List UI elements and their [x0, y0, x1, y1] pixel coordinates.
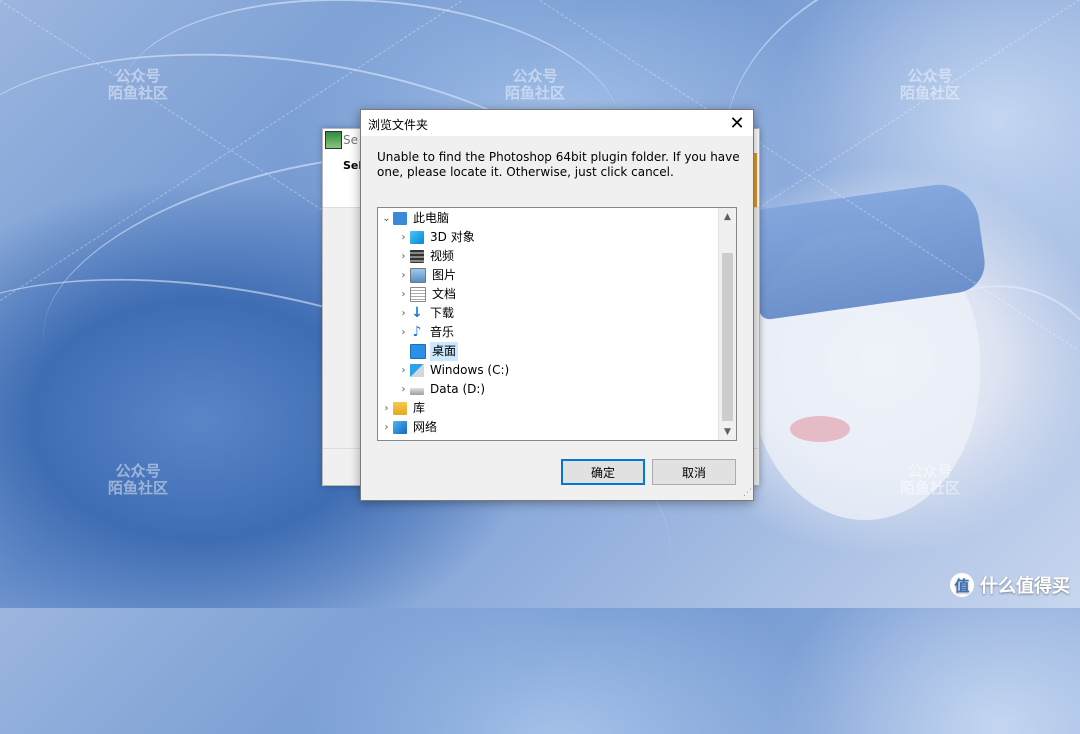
- drive-icon: [410, 388, 424, 395]
- watermark: 公众号陌鱼社区: [108, 462, 169, 497]
- dialog-title: 浏览文件夹: [368, 118, 429, 132]
- cancel-button[interactable]: 取消: [652, 459, 736, 485]
- chevron-right-icon[interactable]: ›: [397, 380, 410, 399]
- chevron-right-icon[interactable]: ›: [397, 266, 410, 285]
- library-icon: [393, 402, 407, 415]
- brand-name: 什么值得买: [980, 576, 1070, 597]
- tree-item-music[interactable]: › ♪ 音乐: [397, 323, 456, 342]
- dialog-message: Unable to find the Photoshop 64bit plugi…: [377, 150, 740, 179]
- tree-item-label: 库: [413, 401, 426, 415]
- tree-item-data-drive[interactable]: › Data (D:): [397, 380, 487, 399]
- scroll-up-icon[interactable]: ▲: [719, 208, 736, 225]
- desktop-icon: [410, 344, 426, 359]
- scroll-down-icon[interactable]: ▼: [719, 423, 736, 440]
- chevron-right-icon[interactable]: ›: [397, 361, 410, 380]
- tree-item-downloads[interactable]: › ↓ 下载: [397, 304, 456, 323]
- chevron-right-icon[interactable]: ›: [397, 285, 410, 304]
- tree-item-windows-drive[interactable]: › Windows (C:): [397, 361, 511, 380]
- ok-button[interactable]: 确定: [561, 459, 645, 485]
- chevron-right-icon[interactable]: ›: [397, 228, 410, 247]
- dialog-titlebar[interactable]: 浏览文件夹 ✕: [361, 110, 753, 136]
- downloads-icon: ↓: [411, 305, 423, 321]
- browse-folder-dialog: 浏览文件夹 ✕ Unable to find the Photoshop 64b…: [360, 109, 754, 501]
- tree-item-label: 图片: [432, 268, 457, 282]
- chevron-right-icon[interactable]: ›: [397, 323, 410, 342]
- chevron-right-icon[interactable]: ›: [397, 247, 410, 266]
- tree-item-label: Data (D:): [430, 382, 486, 396]
- chevron-right-icon[interactable]: ›: [380, 418, 393, 437]
- watermark: 公众号陌鱼社区: [900, 462, 961, 497]
- music-icon: ♪: [412, 324, 422, 340]
- blindfold-art: [745, 179, 989, 321]
- site-brand: 值 什么值得买: [950, 572, 1070, 598]
- tree-item-label: 3D 对象: [430, 230, 475, 244]
- tree-item-libraries[interactable]: › 库: [380, 399, 427, 418]
- watermark: 公众号陌鱼社区: [108, 67, 169, 102]
- brand-logo-icon: 值: [950, 573, 974, 597]
- watermark: 公众号陌鱼社区: [505, 67, 566, 102]
- tree-item-label: 桌面: [430, 342, 459, 361]
- setup-app-icon: [325, 131, 342, 149]
- tree-item-label: 下载: [430, 306, 455, 320]
- close-button[interactable]: ✕: [721, 110, 753, 136]
- tree-item-pictures[interactable]: › 图片: [397, 266, 458, 285]
- tree-item-videos[interactable]: › 视频: [397, 247, 456, 266]
- tree-item-label: 视频: [430, 249, 455, 263]
- pc-icon: [393, 212, 407, 225]
- chevron-right-icon[interactable]: ›: [380, 399, 393, 418]
- tree-item-desktop[interactable]: 桌面: [397, 342, 459, 361]
- pictures-icon: [410, 268, 426, 283]
- vertical-scrollbar[interactable]: ▲ ▼: [718, 208, 736, 440]
- video-icon: [410, 250, 424, 263]
- setup-window-title: Se: [343, 133, 358, 147]
- folder-tree[interactable]: ⌄ 此电脑 › 3D 对象 › 视频 › 图片 › 文档 › ↓ 下载 › ♪ …: [377, 207, 737, 441]
- tree-item-documents[interactable]: › 文档: [397, 285, 458, 304]
- chevron-right-icon[interactable]: ›: [397, 304, 410, 323]
- tree-item-network[interactable]: › 网络: [380, 418, 439, 437]
- windows-drive-icon: [410, 364, 424, 377]
- network-icon: [393, 421, 407, 434]
- tree-item-label: 此电脑: [413, 211, 450, 225]
- tree-item-label: Windows (C:): [430, 363, 510, 377]
- scrollbar-thumb[interactable]: [722, 253, 733, 421]
- tree-item-label: 文档: [432, 287, 457, 301]
- chevron-down-icon[interactable]: ⌄: [380, 209, 393, 228]
- 3d-objects-icon: [410, 231, 424, 244]
- documents-icon: [410, 287, 426, 302]
- tree-item-label: 网络: [413, 420, 438, 434]
- tree-item-this-pc[interactable]: ⌄ 此电脑: [380, 209, 451, 228]
- resize-grip-icon[interactable]: ⋰: [743, 488, 752, 498]
- tree-item-3d-objects[interactable]: › 3D 对象: [397, 228, 477, 247]
- tree-item-label: 音乐: [430, 325, 455, 339]
- close-icon: ✕: [729, 112, 745, 134]
